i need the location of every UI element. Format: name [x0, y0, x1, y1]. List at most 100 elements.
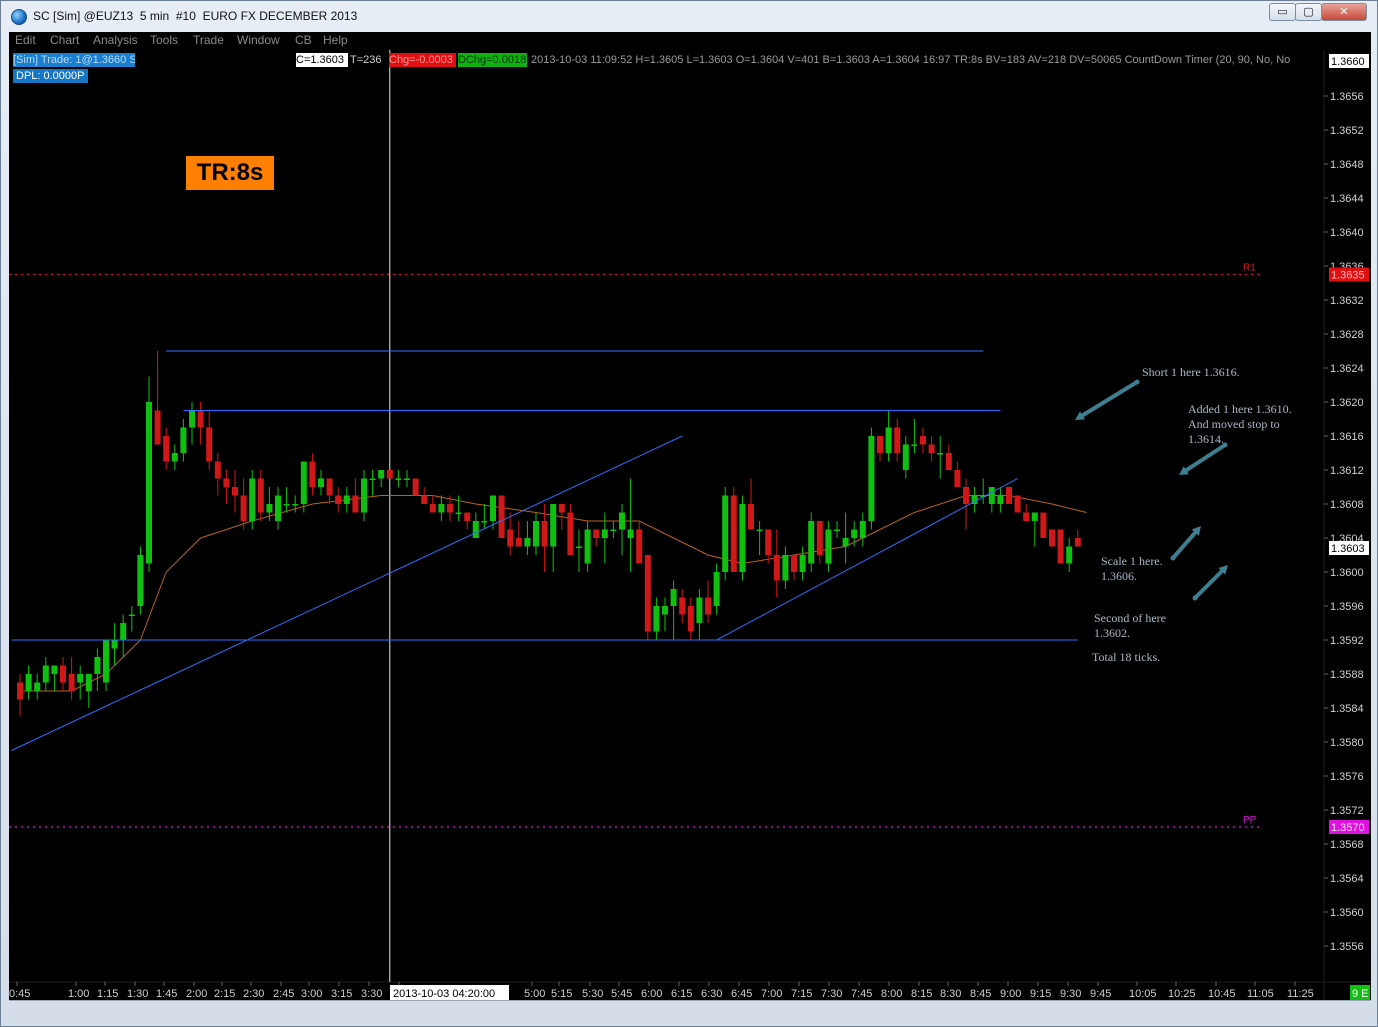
candle-body: [60, 665, 66, 683]
candle-body: [232, 487, 238, 496]
price-tick-label: 1.3576: [1330, 771, 1364, 783]
menu-trade[interactable]: Trade: [193, 33, 224, 47]
candle-body: [988, 487, 995, 504]
candle-body: [928, 444, 935, 453]
time-tick-label: 0:45: [9, 988, 30, 1000]
time-tick-label: 5:45: [611, 988, 632, 1000]
candle-body: [911, 444, 918, 446]
time-tick-label: 1:00: [68, 988, 89, 1000]
candle-body: [42, 665, 49, 683]
annotation-dot: [1170, 555, 1176, 561]
candle-body: [937, 453, 944, 455]
header-close-value: C=1.3603: [296, 53, 348, 67]
header-sim-trade: [Sim] Trade: 1@1.3660 Sim Fills @EUZ13 5…: [13, 53, 135, 67]
price-tick-label: 1.3652: [1330, 125, 1364, 137]
candle-body: [653, 606, 660, 632]
price-tick-label: 1.3560: [1330, 907, 1364, 919]
time-tick-label: 2:30: [243, 988, 264, 1000]
price-tick-label: 1.3632: [1330, 295, 1364, 307]
price-tick-label: 1.3644: [1330, 193, 1364, 205]
candle-body: [171, 453, 178, 462]
candle-body: [335, 495, 342, 504]
candle-body: [1014, 495, 1021, 513]
menu-chart[interactable]: Chart: [50, 33, 79, 47]
menu-tools[interactable]: Tools: [150, 33, 178, 47]
candle-body: [610, 529, 617, 531]
close-button[interactable]: ✕: [1321, 3, 1367, 21]
candle-body: [739, 504, 746, 572]
candle-body: [1066, 546, 1073, 564]
candle-body: [490, 495, 496, 521]
candle-body: [343, 495, 350, 504]
time-tick-label: 10:45: [1208, 988, 1236, 1000]
candle-body: [679, 597, 686, 615]
candle-body: [309, 461, 316, 487]
price-chart[interactable]: R1 PP Short 1 here 1.3616. Added 1 here 1.3…: [9, 50, 1371, 1000]
price-tick-label: 1.3624: [1330, 363, 1364, 375]
candle-body: [257, 478, 264, 513]
candle-body: [894, 427, 901, 453]
candle-body: [369, 478, 376, 480]
candle-body: [782, 555, 789, 581]
candle-body: [481, 521, 488, 523]
candle-body: [808, 521, 815, 564]
price-tick-label: 1.3596: [1330, 601, 1364, 613]
candle-body: [1040, 512, 1047, 538]
price-tick-label: 1.3616: [1330, 431, 1364, 443]
time-tick-label: 6:45: [731, 988, 752, 1000]
candle-body: [920, 436, 926, 445]
title-bar: SC [Sim] @EUZ13 5 min #10 EURO FX DECEMB…: [1, 1, 1378, 31]
candle-body: [558, 504, 565, 513]
menu-bar: Edit Chart Analysis Tools Trade Window C…: [9, 32, 1371, 50]
candle-body: [120, 623, 127, 640]
price-tick-label: 1.3656: [1330, 91, 1364, 103]
chart-area[interactable]: R1 PP Short 1 here 1.3616. Added 1 here 1.3…: [9, 50, 1371, 1000]
time-tick-label: 6:00: [641, 988, 662, 1000]
time-tick-label: 3:00: [301, 988, 322, 1000]
maximize-button[interactable]: ▢: [1295, 3, 1322, 21]
header-sim-fills: [135, 53, 295, 67]
candle-body: [524, 538, 531, 547]
price-tick-label: 1.3640: [1330, 227, 1364, 239]
candle-body: [1006, 487, 1012, 504]
candle-body: [240, 495, 247, 521]
menu-analysis[interactable]: Analysis: [93, 33, 138, 47]
candle-body: [670, 589, 677, 606]
time-tick-label: 7:00: [761, 988, 782, 1000]
price-tick-label: 1.3580: [1330, 737, 1364, 749]
time-tick-label: 7:30: [821, 988, 842, 1000]
candle-body: [550, 504, 557, 547]
candle-body: [619, 512, 625, 530]
minimize-button[interactable]: ▭: [1269, 3, 1296, 21]
candle-body: [601, 529, 608, 538]
time-tick-label: 10:05: [1129, 988, 1157, 1000]
candle-body: [644, 555, 651, 632]
price-tick-label: 1.3568: [1330, 839, 1364, 851]
price-tick-label: 1.3592: [1330, 635, 1364, 647]
window-title: SC [Sim] @EUZ13 5 min #10 EURO FX DECEMB…: [33, 9, 358, 23]
candle-body: [352, 495, 359, 513]
annotation-arrow: [1078, 380, 1139, 419]
header-change-value: Chg=-0.0003: [389, 53, 456, 67]
candle-body: [214, 461, 221, 479]
annotation-scale-2: 1.3606.: [1101, 569, 1137, 583]
candle-body: [584, 529, 591, 564]
candle-body: [567, 512, 574, 555]
candle-body: [515, 538, 522, 547]
candle-body: [404, 478, 410, 480]
menu-cb[interactable]: CB: [295, 33, 312, 47]
price-box-last: 1.3603: [1331, 543, 1365, 555]
candle-body: [447, 504, 453, 513]
candle-body: [472, 521, 479, 538]
menu-window[interactable]: Window: [237, 33, 280, 47]
time-tick-label: 9:30: [1060, 988, 1081, 1000]
menu-edit[interactable]: Edit: [15, 33, 36, 47]
price-tick-label: 1.3612: [1330, 465, 1364, 477]
candle-body: [361, 478, 367, 513]
candle-body: [868, 436, 875, 521]
time-tick-label: 8:45: [970, 988, 991, 1000]
time-tick-label: 5:30: [582, 988, 603, 1000]
candle-body: [386, 470, 393, 479]
candle-body: [85, 674, 92, 691]
menu-help[interactable]: Help: [323, 33, 348, 47]
